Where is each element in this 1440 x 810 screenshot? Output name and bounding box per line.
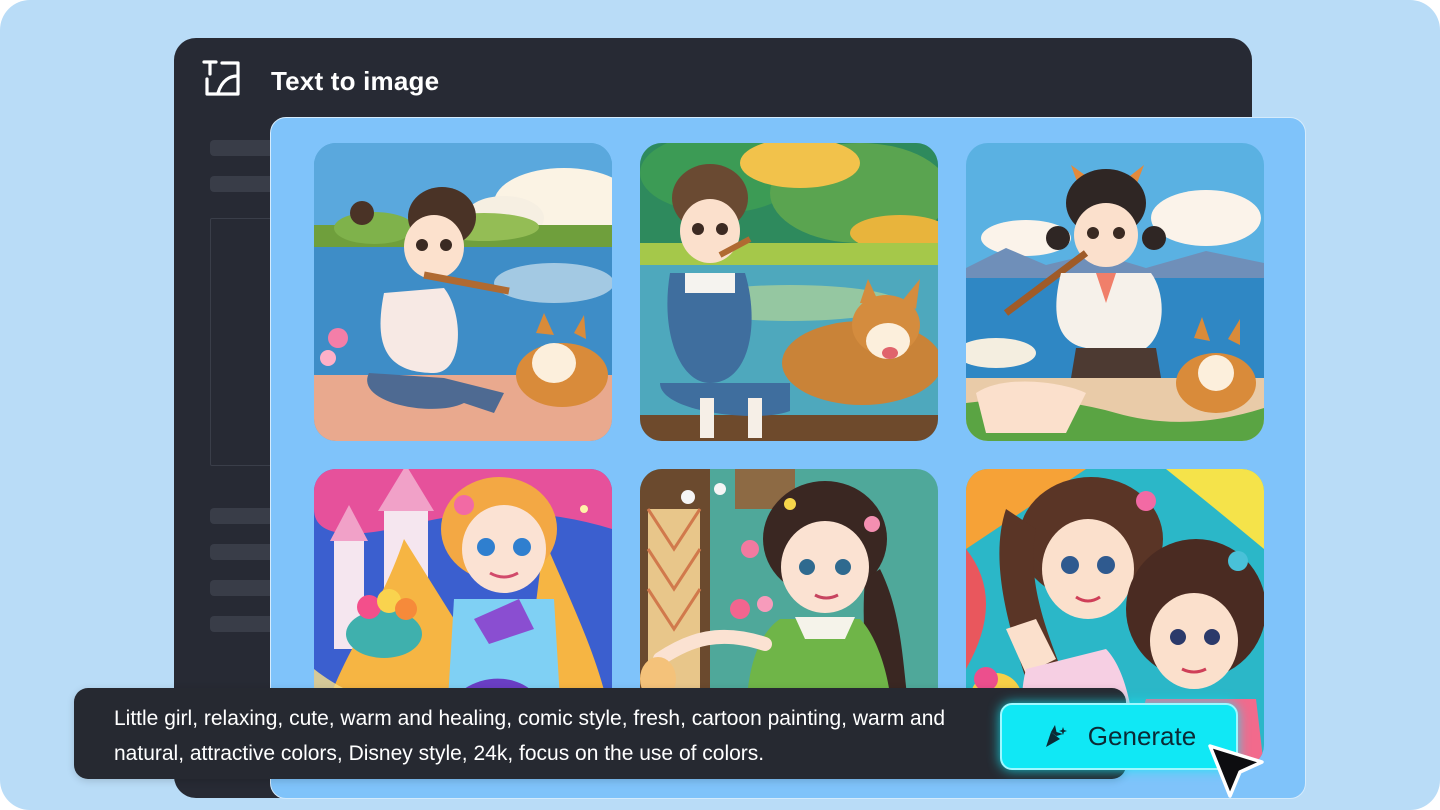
generated-image[interactable]: [966, 143, 1264, 441]
generated-image[interactable]: [314, 143, 612, 441]
generated-image[interactable]: [640, 143, 938, 441]
generate-button[interactable]: Generate: [1000, 703, 1238, 770]
generate-label: Generate: [1087, 721, 1197, 751]
text-to-image-icon: [202, 60, 240, 96]
page-title: Text to image: [271, 66, 440, 96]
prompt-input[interactable]: Little girl, relaxing, cute, warm and he…: [74, 688, 1126, 779]
sparkle-icon: [1045, 724, 1067, 747]
cursor-icon: [1208, 744, 1264, 798]
prompt-text[interactable]: Little girl, relaxing, cute, warm and he…: [114, 701, 994, 771]
stage: Text to image Little girl, relaxing, cut…: [0, 0, 1440, 810]
